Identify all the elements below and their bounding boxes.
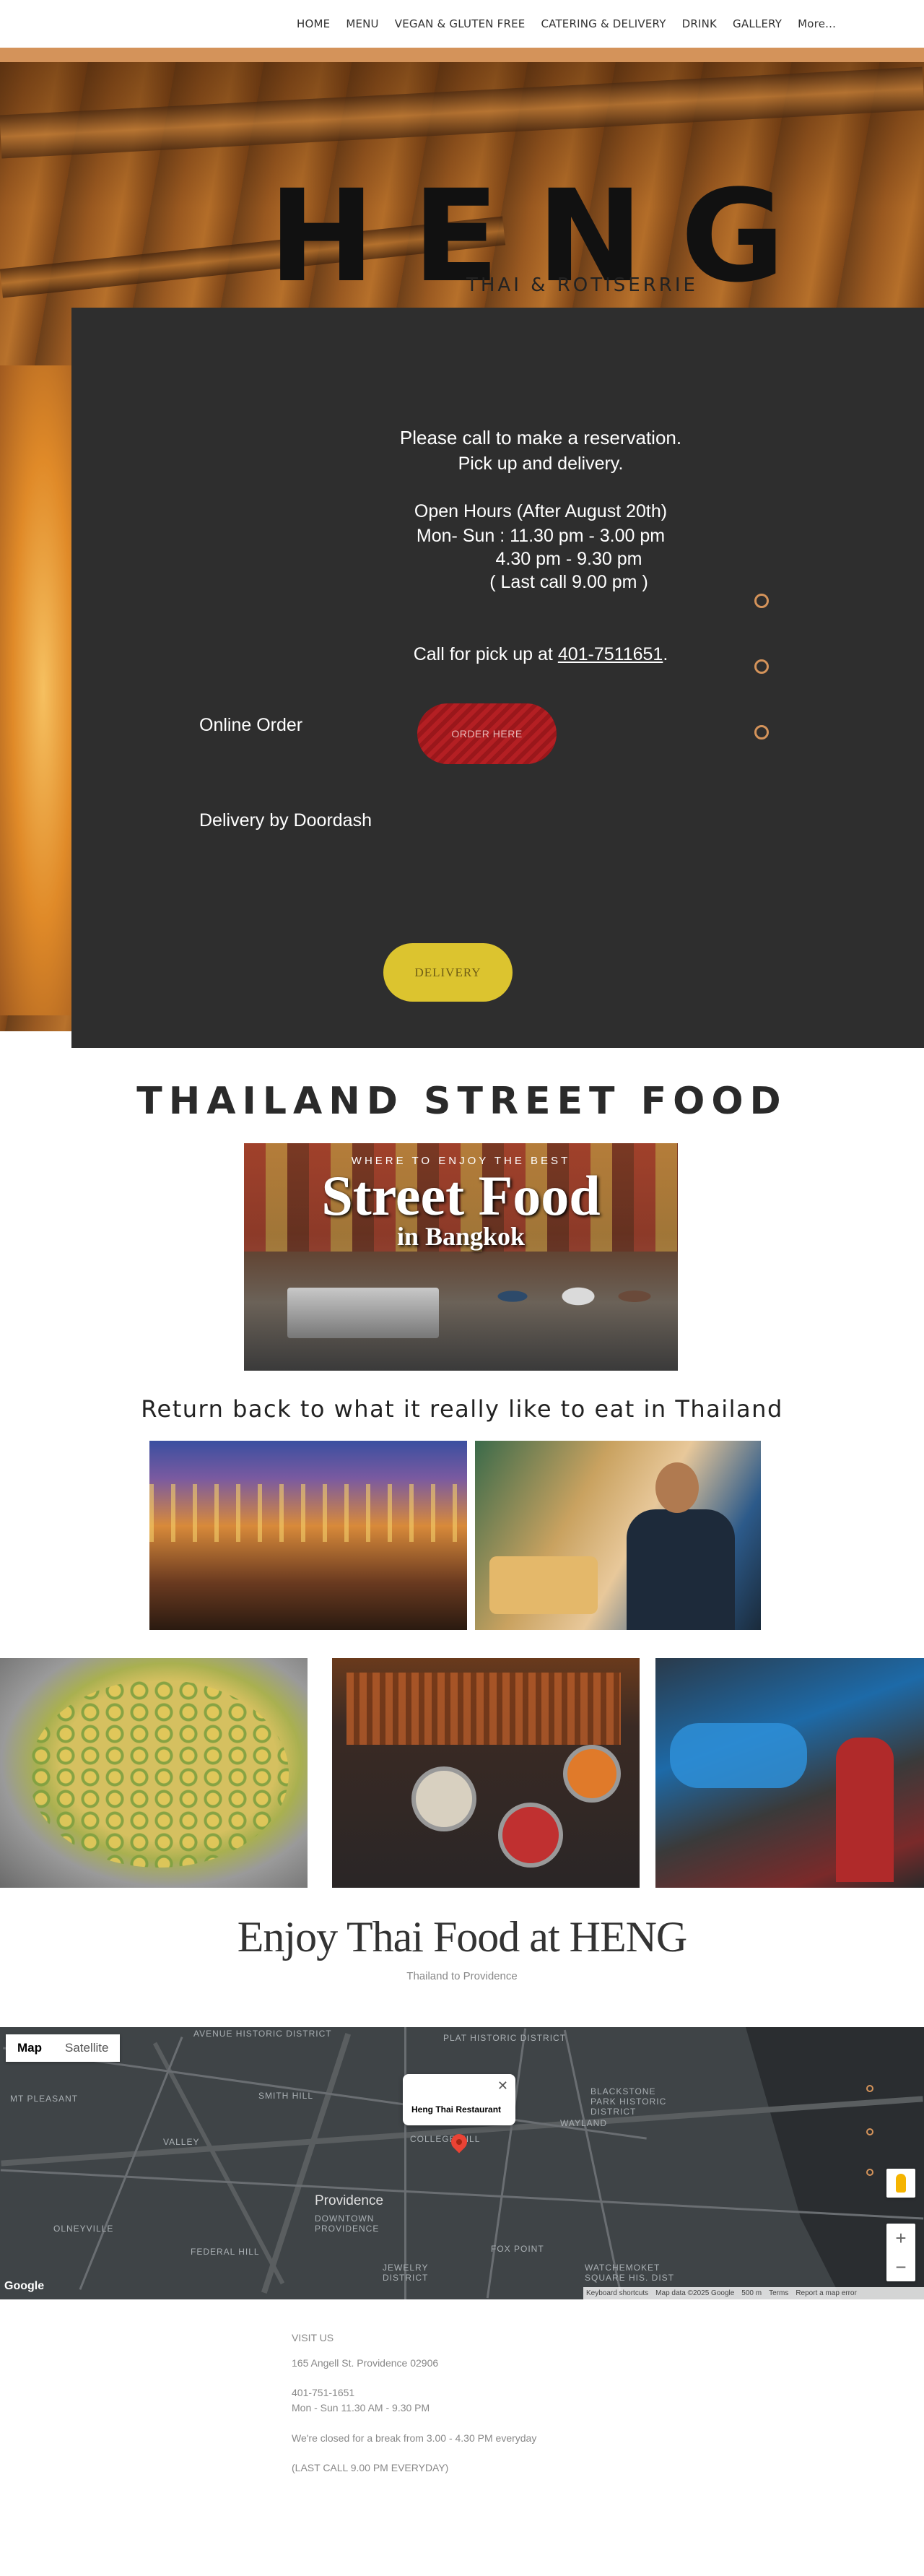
nav-home[interactable]: HOME [289, 17, 338, 30]
map-label-fox-point: FOX POINT [491, 2244, 544, 2254]
map-view-button[interactable]: Map [6, 2034, 53, 2062]
enjoy-title: Enjoy Thai Food at HENG [237, 1913, 688, 1961]
close-icon[interactable]: ✕ [497, 2078, 508, 2094]
keyboard-shortcuts-link[interactable]: Keyboard shortcuts [586, 2289, 648, 2297]
google-logo: Google [4, 2280, 45, 2292]
report-error-link[interactable]: Report a map error [796, 2289, 856, 2297]
map-data-text: Map data ©2025 Google [655, 2289, 735, 2297]
info-panel: Please call to make a reservation. Pick … [71, 308, 924, 1048]
map-marker-dot [866, 2128, 873, 2135]
nav-menu-link[interactable]: MENU [338, 17, 386, 30]
map-pin-center [456, 2139, 462, 2145]
map-label-wayland: WAYLAND [560, 2118, 608, 2128]
slide-nav-dot-2[interactable] [754, 659, 769, 674]
zoom-out-button[interactable]: − [886, 2252, 915, 2281]
map-label-federal-hill: FEDERAL HILL [191, 2247, 260, 2257]
logo-subtitle: THAI & ROTISERRIE [466, 274, 698, 296]
map-label-valley: VALLEY [163, 2137, 200, 2147]
nav-vegan[interactable]: VEGAN & GLUTEN FREE [387, 17, 533, 30]
zoom-controls: + − [886, 2224, 915, 2281]
hours-line-2: 4.30 pm - 9.30 pm [495, 549, 642, 569]
map-label-blackstone: BLACKSTONE PARK HISTORIC DISTRICT [590, 2086, 667, 2117]
order-here-button[interactable]: ORDER HERE [417, 703, 557, 764]
satellite-view-button[interactable]: Satellite [53, 2034, 120, 2062]
map-info-window: ✕ Heng Thai Restaurant [403, 2074, 515, 2125]
call-pickup-text: Call for pick up at 401-7511651. [252, 644, 829, 665]
night-market-image [149, 1441, 467, 1630]
bangkok-street-food-image: WHERE TO ENJOY THE BEST Street Food in B… [244, 1143, 678, 1371]
call-suffix: . [663, 644, 668, 664]
map-label-downtown: DOWNTOWN PROVIDENCE [315, 2213, 380, 2234]
footer-phone: 401-751-1651 [292, 2387, 355, 2398]
night-street-image [655, 1658, 924, 1888]
visit-us-heading: VISIT US [292, 2332, 334, 2343]
map-label-providence: Providence [315, 2193, 384, 2208]
map-label-olneyville: OLNEYVILLE [53, 2224, 114, 2234]
google-map[interactable]: AVENUE HISTORIC DISTRICT PLAT HISTORIC D… [0, 2027, 924, 2299]
dumplings-image [0, 1658, 308, 1888]
slide-nav-dot-1[interactable] [754, 594, 769, 608]
top-nav: HOME MENU VEGAN & GLUTEN FREE CATERING &… [0, 0, 924, 48]
skewers-image [332, 1658, 640, 1888]
footer-hours: Mon - Sun 11.30 AM - 9.30 PM [292, 2402, 430, 2414]
hours-title: Open Hours (After August 20th) [414, 501, 668, 521]
map-footer-bar: Keyboard shortcuts Map data ©2025 Google… [583, 2287, 924, 2299]
map-label-watchemoket: WATCHEMOKET SQUARE HIS. DIST [585, 2263, 675, 2283]
zoom-in-button[interactable]: + [886, 2224, 915, 2252]
street-food-title: THAILAND STREET FOOD [136, 1080, 788, 1123]
map-label-jewelry: JEWELRY DISTRICT [383, 2263, 429, 2283]
phone-link[interactable]: 401-7511651 [558, 644, 663, 664]
terms-link[interactable]: Terms [769, 2289, 788, 2297]
footer-address: 165 Angell St. Providence 02906 [292, 2357, 439, 2369]
map-marker-dot [866, 2169, 873, 2176]
pickup-text: Pick up and delivery. [458, 454, 624, 474]
doordash-label: Delivery by Doordash [199, 810, 372, 831]
nav-gallery[interactable]: GALLERY [725, 17, 790, 30]
nav-accent-band [0, 48, 924, 62]
enjoy-subtitle: Thailand to Providence [406, 1970, 518, 1982]
nav-menu: HOME MENU VEGAN & GLUTEN FREE CATERING &… [289, 17, 844, 30]
call-prefix: Call for pick up at [413, 644, 558, 664]
scale-text[interactable]: 500 m [741, 2289, 762, 2297]
slide-nav-dot-3[interactable] [754, 725, 769, 740]
hours-line-1: Mon- Sun : 11.30 pm - 3.00 pm [416, 526, 666, 546]
street-vendor-image [475, 1441, 761, 1630]
map-label-plat: PLAT HISTORIC DISTRICT [443, 2033, 567, 2043]
map-label-college-hill: COLLEGE HILL [410, 2134, 481, 2144]
footer-last-call: (LAST CALL 9.00 PM EVERYDAY) [292, 2462, 449, 2473]
street-view-pegman-icon[interactable] [886, 2169, 915, 2198]
nav-drink[interactable]: DRINK [674, 17, 725, 30]
map-marker-dot [866, 2085, 873, 2092]
river-area [746, 2027, 924, 2299]
nav-more[interactable]: More... [790, 17, 844, 30]
return-title: Return back to what it really like to ea… [141, 1395, 783, 1423]
footer-closed: We're closed for a break from 3.00 - 4.3… [292, 2432, 537, 2444]
reservation-text: Please call to make a reservation. [399, 427, 682, 448]
map-label-avenue: AVENUE HISTORIC DISTRICT [193, 2029, 332, 2039]
map-label-smith-hill: SMITH HILL [258, 2091, 314, 2101]
banner-big-text: Street Food [321, 1164, 601, 1227]
map-type-toggle: Map Satellite [6, 2034, 121, 2062]
map-label-mt-pleasant: MT PLEASANT [10, 2094, 79, 2104]
info-window-title: Heng Thai Restaurant [411, 2104, 502, 2115]
banner-small-text: in Bangkok [396, 1222, 526, 1251]
delivery-button[interactable]: DELIVERY [383, 943, 513, 1002]
online-order-label: Online Order [199, 715, 303, 735]
hours-line-3: ( Last call 9.00 pm ) [489, 572, 648, 592]
nav-catering[interactable]: CATERING & DELIVERY [533, 17, 674, 30]
